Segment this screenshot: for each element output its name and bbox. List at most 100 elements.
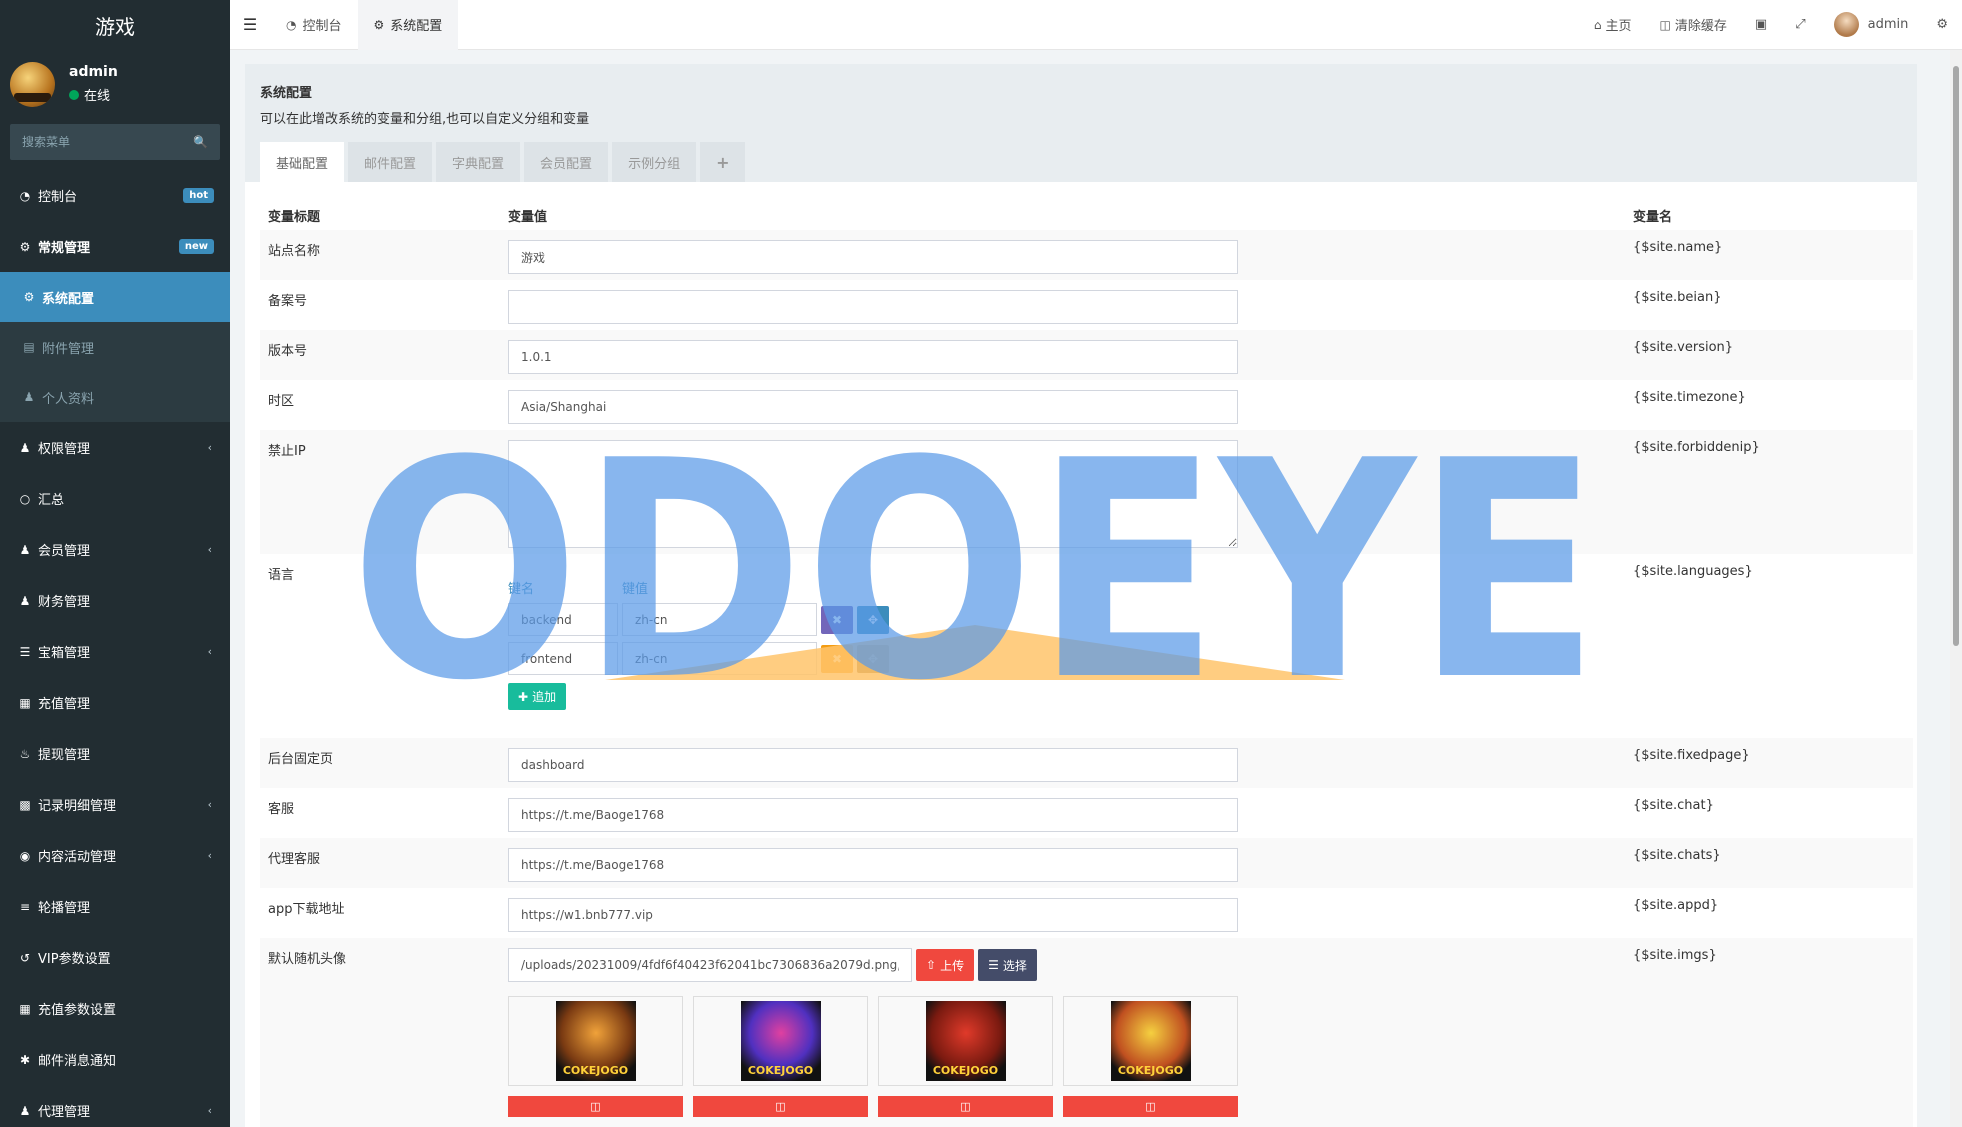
thumbnail-frame[interactable]: COKEJOGO — [1063, 996, 1238, 1086]
sidebar-item-dashboard[interactable]: ◔ 控制台 hot — [0, 170, 230, 221]
tab-dictionary[interactable]: 字典配置 — [436, 142, 521, 182]
lang-key-input[interactable] — [508, 603, 618, 636]
sidebar-item-vip[interactable]: ↺ VIP参数设置 — [0, 932, 230, 983]
gear-icon: ⚙ — [373, 17, 385, 32]
trash-icon: ◫ — [590, 1100, 601, 1113]
sidebar-item-auth[interactable]: ♟ 权限管理 ‹ — [0, 422, 230, 473]
cogs-icon: ⚙ — [19, 239, 31, 254]
sidebar-item-finance[interactable]: ♟ 财务管理 — [0, 575, 230, 626]
clear-cache-label: 清除缓存 — [1674, 19, 1727, 34]
tab-label: 系统配置 — [390, 19, 443, 34]
chevron-left-icon: ‹ — [207, 645, 212, 658]
user-info: admin 在线 — [69, 64, 118, 104]
row-var: {$site.fixedpage} — [1633, 748, 1750, 763]
row-var: {$site.chats} — [1633, 848, 1721, 863]
thumbnail-item: COKEJOGO ◫ — [878, 996, 1053, 1117]
sidebar-item-label: 记录明细管理 — [38, 799, 117, 814]
sidebar-item-agent[interactable]: ♟ 代理管理 ‹ — [0, 1085, 230, 1127]
home-link[interactable]: ⌂ 主页 — [1580, 15, 1646, 35]
lang-value-input[interactable] — [622, 642, 817, 675]
header-right: ⌂ 主页 ◫ 清除缓存 ▣ ⤢ admin ⚙ — [1580, 0, 1962, 50]
sidebar-item-recharge[interactable]: ▦ 充值管理 — [0, 677, 230, 728]
drag-handle-icon[interactable]: ✥ — [857, 644, 889, 673]
sidebar-item-attachment[interactable]: ▤ 附件管理 — [0, 322, 230, 372]
language-icon[interactable]: ▣ — [1741, 17, 1781, 32]
remove-icon[interactable]: ✖ — [821, 644, 853, 673]
clear-cache-button[interactable]: ◫ 清除缓存 — [1646, 15, 1741, 35]
tab-config[interactable]: ⚙ 系统配置 — [357, 0, 459, 50]
sidebar-item-label: 邮件消息通知 — [38, 1054, 117, 1069]
menu-search-input[interactable] — [22, 135, 194, 149]
gear-icon: ⚙ — [23, 290, 35, 304]
header-user-name: admin — [1867, 17, 1909, 32]
forbidden-ip-textarea[interactable] — [508, 440, 1238, 548]
lang-value-input[interactable] — [622, 603, 817, 636]
lang-key-input[interactable] — [508, 642, 618, 675]
bars-icon: ≡ — [19, 899, 31, 914]
settings-icon[interactable]: ⚙ — [1922, 17, 1962, 32]
tab-dashboard[interactable]: ◔ 控制台 — [270, 0, 358, 50]
sidebar-toggle-icon[interactable]: ☰ — [230, 15, 270, 34]
sidebar-item-config[interactable]: ⚙ 系统配置 — [0, 272, 230, 322]
delete-image-button[interactable]: ◫ — [878, 1096, 1053, 1117]
thumbnail-frame[interactable]: COKEJOGO — [508, 996, 683, 1086]
drag-handle-icon[interactable]: ✥ — [857, 605, 889, 634]
sidebar-item-members[interactable]: ♟ 会员管理 ‹ — [0, 524, 230, 575]
dashboard-icon: ◔ — [19, 188, 31, 203]
list-icon: ☰ — [988, 958, 999, 972]
choose-button[interactable]: ☰ 选择 — [978, 949, 1037, 981]
agent-chat-input[interactable] — [508, 848, 1238, 882]
timezone-input[interactable] — [508, 390, 1238, 424]
delete-image-button[interactable]: ◫ — [693, 1096, 868, 1117]
add-row-wrap: ✚ 追加 — [508, 683, 1633, 710]
sidebar-item-label: 常规管理 — [38, 241, 91, 256]
thumbnail-item: COKEJOGO ◫ — [508, 996, 683, 1117]
append-button[interactable]: ✚ 追加 — [508, 683, 567, 710]
fixedpage-input[interactable] — [508, 748, 1238, 782]
sidebar-item-chest[interactable]: ☰ 宝箱管理 ‹ — [0, 626, 230, 677]
site-name-input[interactable] — [508, 240, 1238, 274]
sidebar-item-content[interactable]: ◉ 内容活动管理 ‹ — [0, 830, 230, 881]
top-header: ☰ ◔ 控制台 ⚙ 系统配置 ⌂ 主页 ◫ 清除缓存 ▣ ⤢ admin ⚙ — [230, 0, 1962, 50]
add-tab-button[interactable]: + — [700, 142, 746, 182]
thumbnail-frame[interactable]: COKEJOGO — [878, 996, 1053, 1086]
col-value-header: 变量值 — [508, 209, 548, 225]
delete-image-button[interactable]: ◫ — [1063, 1096, 1238, 1117]
sidebar-item-profile[interactable]: ♟ 个人资料 — [0, 372, 230, 422]
scrollbar-thumb[interactable] — [1953, 66, 1959, 646]
search-icon[interactable]: 🔍 — [193, 135, 208, 149]
images-path-input[interactable] — [508, 948, 912, 982]
trash-icon: ◫ — [1145, 1100, 1156, 1113]
avatar-thumbnail: COKEJOGO — [555, 1001, 636, 1081]
brand-logo[interactable]: 游戏 — [0, 0, 230, 50]
upload-button[interactable]: ⇧ 上传 — [916, 949, 975, 981]
tab-member[interactable]: 会员配置 — [524, 142, 609, 182]
table-row: 默认随机头像 ⇧上传 ☰选择 COKEJOGO ◫ COKEJOGO — [260, 938, 1913, 1127]
tab-basic[interactable]: 基础配置 — [260, 142, 345, 182]
tab-email[interactable]: 邮件配置 — [348, 142, 433, 182]
tab-example[interactable]: 示例分组 — [612, 142, 697, 182]
vertical-scrollbar[interactable] — [1950, 50, 1962, 1127]
sidebar-item-records[interactable]: ▩ 记录明细管理 ‹ — [0, 779, 230, 830]
user-icon: ♟ — [23, 390, 35, 404]
upload-label: 上传 — [940, 958, 965, 973]
row-var: {$site.forbiddenip} — [1633, 440, 1760, 455]
fullscreen-icon[interactable]: ⤢ — [1781, 17, 1819, 32]
delete-image-button[interactable]: ◫ — [508, 1096, 683, 1117]
sidebar-item-carousel[interactable]: ≡ 轮播管理 — [0, 881, 230, 932]
chevron-left-icon: ‹ — [207, 543, 212, 556]
version-input[interactable] — [508, 340, 1238, 374]
sidebar-item-general[interactable]: ⚙ 常规管理 new — [0, 221, 230, 272]
beian-input[interactable] — [508, 290, 1238, 324]
sidebar-item-recharge-params[interactable]: ▦ 充值参数设置 — [0, 983, 230, 1034]
images-editor: ⇧上传 ☰选择 COKEJOGO ◫ COKEJOGO ◫ C — [508, 948, 1633, 1127]
app-download-input[interactable] — [508, 898, 1238, 932]
chat-input[interactable] — [508, 798, 1238, 832]
remove-icon[interactable]: ✖ — [821, 605, 853, 634]
sidebar-item-summary[interactable]: ○ 汇总 — [0, 473, 230, 524]
sidebar-item-withdraw[interactable]: ♨ 提现管理 — [0, 728, 230, 779]
thumbnail-frame[interactable]: COKEJOGO — [693, 996, 868, 1086]
group-icon: ♟ — [19, 440, 31, 455]
sidebar-item-mail-notify[interactable]: ✱ 邮件消息通知 — [0, 1034, 230, 1085]
user-menu[interactable]: admin — [1820, 12, 1923, 37]
